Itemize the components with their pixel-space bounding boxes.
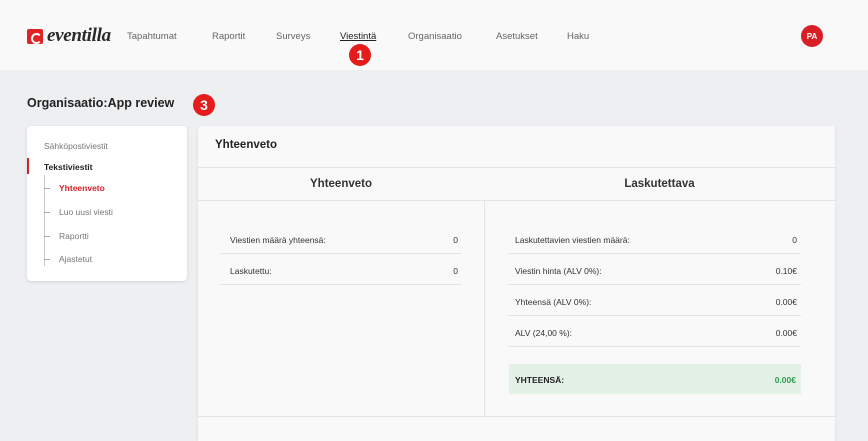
- divider: [198, 416, 835, 417]
- summary-column-title: Yhteenveto: [310, 178, 372, 190]
- panel-title: Yhteenveto: [215, 139, 277, 151]
- sidebar-item-email[interactable]: Sähköpostiviestit: [44, 141, 108, 151]
- total-messages-value: 0: [453, 235, 458, 245]
- nav-viestinta[interactable]: Viestintä: [340, 31, 376, 42]
- divider: [198, 167, 835, 168]
- row-divider: [221, 284, 461, 285]
- sidebar-sub-new-message[interactable]: Luo uusi viesti: [44, 207, 113, 217]
- annotation-badge-3: 3: [193, 94, 215, 116]
- user-avatar[interactable]: PA: [801, 25, 823, 47]
- annotation-badge-1: 1: [349, 44, 371, 66]
- nav-haku[interactable]: Haku: [567, 31, 589, 42]
- messaging-sidebar: Sähköpostiviestit Tekstiviestit Yhteenve…: [27, 126, 187, 281]
- row-divider: [221, 253, 461, 254]
- page-title: Organisaatio:App review: [27, 96, 175, 110]
- nav-tapahtumat[interactable]: Tapahtumat: [127, 31, 177, 42]
- sidebar-sub-report[interactable]: Raportti: [44, 231, 89, 241]
- row-divider: [509, 253, 801, 254]
- billable-column-title: Laskutettava: [624, 178, 695, 190]
- vat-value: 0.00€: [775, 328, 797, 338]
- sidebar-sub-scheduled[interactable]: Ajastetut: [44, 254, 92, 264]
- grand-total-value: 0.00€: [774, 375, 796, 385]
- eventilla-logo[interactable]: eventilla: [27, 25, 111, 47]
- nav-surveys[interactable]: Surveys: [276, 31, 310, 42]
- total-messages-label: Viestien määrä yhteensä:: [230, 235, 326, 245]
- grand-total-label: YHTEENSÄ:: [515, 375, 565, 385]
- divider: [198, 200, 835, 201]
- grand-total-row: YHTEENSÄ: 0.00€: [509, 364, 801, 394]
- billable-count-label: Laskutettavien viestien määrä:: [515, 235, 630, 245]
- row-divider: [509, 284, 801, 285]
- message-price-value: 0.10€: [775, 266, 797, 276]
- nav-asetukset[interactable]: Asetukset: [496, 31, 538, 42]
- subtotal-value: 0.00€: [775, 297, 797, 307]
- row-divider: [509, 315, 801, 316]
- nav-raportit[interactable]: Raportit: [212, 31, 245, 42]
- summary-panel: Yhteenveto Yhteenveto Laskutettava Viest…: [198, 126, 835, 441]
- row-divider: [509, 346, 801, 347]
- sidebar-item-sms[interactable]: Tekstiviestit: [44, 162, 93, 172]
- sidebar-sub-summary[interactable]: Yhteenveto: [44, 183, 105, 193]
- column-divider: [484, 200, 485, 416]
- nav-organisaatio[interactable]: Organisaatio: [408, 31, 462, 42]
- logo-icon: [27, 28, 43, 44]
- billed-value: 0: [453, 266, 458, 276]
- active-section-marker: [27, 158, 29, 174]
- top-navbar: eventilla Tapahtumat Raportit Surveys Vi…: [0, 0, 868, 70]
- billable-count-value: 0: [792, 235, 797, 245]
- billed-label: Laskutettu:: [230, 266, 272, 276]
- message-price-label: Viestin hinta (ALV 0%):: [515, 266, 602, 276]
- vat-label: ALV (24,00 %):: [515, 328, 573, 338]
- logo-text: eventilla: [47, 25, 111, 46]
- subtotal-label: Yhteensä (ALV 0%):: [515, 297, 592, 307]
